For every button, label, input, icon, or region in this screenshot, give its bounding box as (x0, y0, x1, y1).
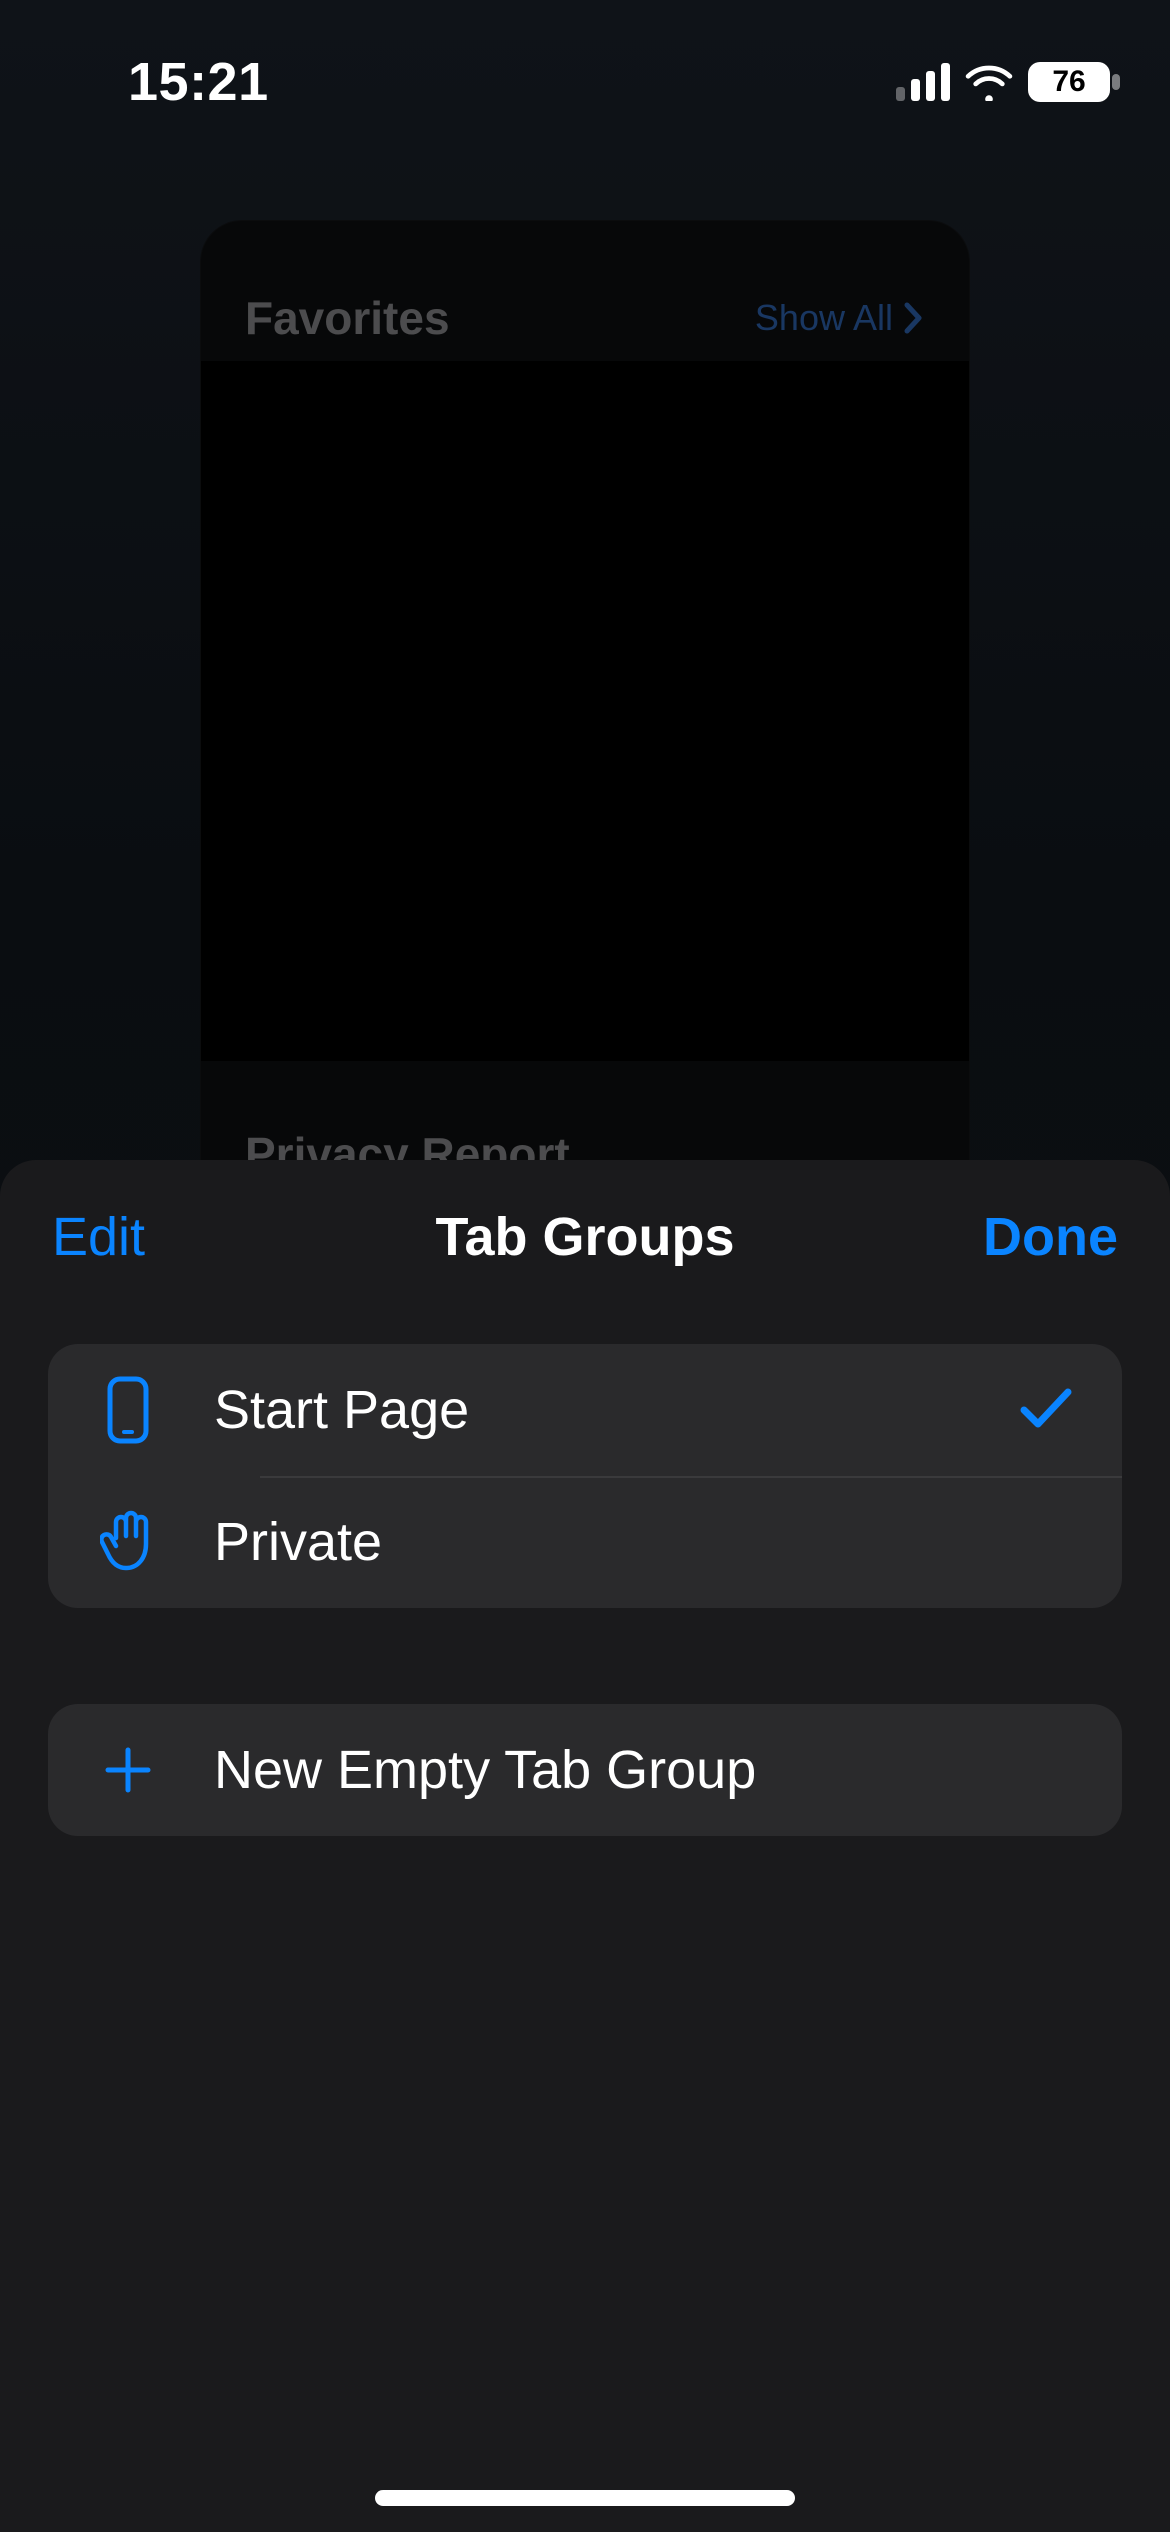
plus-icon (96, 1744, 160, 1796)
chevron-right-icon (903, 301, 925, 335)
tab-group-start-page[interactable]: Start Page (48, 1344, 1122, 1476)
wifi-icon (964, 63, 1014, 101)
tab-group-label: Private (214, 1511, 1074, 1573)
hand-icon (96, 1510, 160, 1574)
edit-button[interactable]: Edit (52, 1206, 262, 1268)
done-button[interactable]: Done (908, 1206, 1118, 1268)
show-all-label: Show All (755, 297, 893, 339)
tab-group-private[interactable]: Private (48, 1476, 1122, 1608)
status-right: 76 (896, 62, 1110, 102)
battery-icon: 76 (1028, 62, 1110, 102)
tab-groups-sheet: Edit Tab Groups Done Start Page (0, 1160, 1170, 2532)
favorites-title: Favorites (245, 291, 450, 345)
new-tab-group-section: New Empty Tab Group (48, 1704, 1122, 1836)
cellular-signal-icon (896, 63, 950, 101)
new-tab-group-label: New Empty Tab Group (214, 1739, 1074, 1801)
sheet-header: Edit Tab Groups Done (0, 1160, 1170, 1314)
status-time: 15:21 (128, 51, 269, 113)
new-empty-tab-group-button[interactable]: New Empty Tab Group (48, 1704, 1122, 1836)
checkmark-icon (1018, 1384, 1074, 1437)
tab-group-list: Start Page Private (48, 1344, 1122, 1608)
tab-group-label: Start Page (214, 1379, 964, 1441)
sheet-title: Tab Groups (262, 1206, 908, 1268)
show-all-button[interactable]: Show All (755, 297, 925, 339)
home-indicator[interactable] (375, 2490, 795, 2506)
favorites-grid (201, 361, 969, 1061)
status-bar: 15:21 76 (0, 52, 1170, 112)
device-icon (96, 1375, 160, 1445)
battery-level: 76 (1052, 65, 1085, 99)
favorites-header: Favorites Show All (201, 221, 969, 379)
